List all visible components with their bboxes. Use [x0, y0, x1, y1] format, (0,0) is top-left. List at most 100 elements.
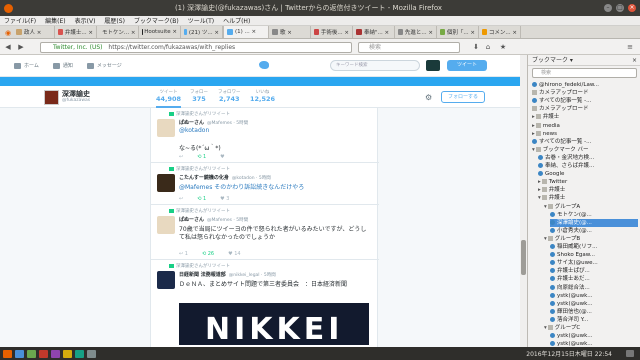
browser-tab[interactable]: Hootsuite ×	[139, 26, 181, 38]
follow-button[interactable]: フォローする	[441, 91, 485, 103]
like-icon[interactable]: ♥ 14	[228, 251, 240, 257]
menu-item[interactable]: 表示(V)	[75, 16, 96, 25]
taskbar-app-icon[interactable]	[51, 349, 60, 358]
browser-tab[interactable]: (21) ツ... ×	[181, 26, 223, 38]
bookmark-item[interactable]: グループB	[544, 235, 638, 243]
browser-tab[interactable]: 手術後... ×	[311, 26, 353, 38]
bookmark-item[interactable]: media	[532, 122, 638, 130]
menu-hamburger-icon[interactable]: ≡	[625, 42, 635, 52]
bookmark-item[interactable]: グループC	[544, 324, 638, 332]
twitter-nav-notifications[interactable]: 通知	[52, 62, 73, 69]
bookmark-item[interactable]: Google	[538, 170, 638, 178]
tweet[interactable]: 深澤諭史さんがリツイート 日経新聞 法務報道部 @nikkei_legal · 5時…	[151, 260, 379, 347]
tweet[interactable]: 深澤諭史さんがリツイート ぱぬーさん @Mafemes · 5時間 @kotadon な…	[151, 108, 379, 163]
taskbar-app-icon[interactable]	[3, 349, 12, 358]
tweet-avatar[interactable]	[157, 119, 175, 137]
profile-stat[interactable]: ツイート 44,908	[156, 89, 182, 108]
bookmark-item[interactable]: グループA	[544, 203, 638, 211]
bookmark-item[interactable]: 輝田信也(@...	[550, 308, 638, 316]
maximize-button[interactable]: □	[616, 4, 624, 12]
taskbar-app-icon[interactable]	[39, 349, 48, 358]
browser-tab[interactable]: (1) ... ×	[223, 26, 269, 38]
reply-icon[interactable]: ↩	[179, 196, 183, 202]
bookmark-item[interactable]: ystk(@uwk...	[550, 300, 638, 308]
tweet-avatar[interactable]	[157, 216, 175, 234]
back-icon[interactable]: ◀	[3, 42, 13, 52]
page-scrollbar[interactable]	[520, 55, 527, 347]
panel-clock[interactable]: 2016年12月15日木曜日 22:54	[526, 349, 612, 358]
taskbar-app-icon[interactable]	[27, 349, 36, 358]
tweet-author[interactable]: ぱぬーさん @Mafemes · 5時間	[179, 119, 248, 126]
tweet-avatar[interactable]	[157, 174, 175, 192]
twitter-nav-home[interactable]: ホーム	[14, 62, 39, 69]
tweet[interactable]: 深澤諭史さんがリツイート こたんすー鏡機の化身 @kotadon · 5時間 @Maf…	[151, 163, 379, 205]
retweet-action-icon[interactable]: ⟲ 26	[202, 251, 214, 257]
menu-item[interactable]: ブックマーク(B)	[134, 16, 179, 25]
bookmark-item[interactable]: カメラアップロード	[532, 105, 638, 113]
tweet-author[interactable]: ぱぬーさん @Mafemes · 5時間	[179, 216, 248, 223]
bookmark-item[interactable]: 稲田威範(リフ...	[550, 243, 638, 251]
twitter-bird-icon[interactable]	[259, 61, 269, 69]
browser-tab[interactable]: 政人 ×	[13, 26, 55, 38]
retweet-action-icon[interactable]: ⟲ 1	[197, 154, 206, 160]
tweet[interactable]: 深澤諭史さんがリツイート ぱぬーさん @Mafemes · 5時間 70歳で当局にツイ…	[151, 205, 379, 260]
browser-tab[interactable]: 弁護士... ×	[55, 26, 97, 38]
browser-tab[interactable]: コメン... ×	[479, 26, 521, 38]
menu-item[interactable]: 履歴(S)	[104, 16, 125, 25]
close-icon[interactable]: ×	[628, 4, 636, 12]
nikkei-image[interactable]: NIKKEI	[179, 303, 369, 345]
dropdown-arrow-icon[interactable]: ▾	[568, 57, 573, 64]
reply-icon[interactable]: ↩	[179, 154, 183, 160]
bookmark-item[interactable]: カメラアップロード	[532, 89, 638, 97]
profile-avatar[interactable]	[44, 90, 59, 105]
bookmark-star-icon[interactable]: ★	[498, 42, 508, 52]
retweet-action-icon[interactable]: ⟲ 1	[197, 196, 206, 202]
forward-icon[interactable]: ▶	[16, 42, 26, 52]
tweet-author[interactable]: こたんすー鏡機の化身 @kotadon · 5時間	[179, 174, 271, 181]
browser-tab[interactable]: 個別「... ×	[437, 26, 479, 38]
bookmark-item[interactable]: ystk(@uwk...	[550, 340, 638, 347]
bookmark-item[interactable]: @hirono_fedeki/Law...	[532, 81, 638, 89]
scrollbar-thumb[interactable]	[521, 240, 526, 275]
bookmark-item[interactable]: すべての記事一覧 -...	[532, 138, 638, 146]
bookmark-item[interactable]: 弁護士あだ...	[550, 275, 638, 283]
own-avatar[interactable]	[426, 60, 440, 71]
gear-icon[interactable]: ⚙	[425, 93, 432, 102]
bookmark-item[interactable]: 落合洋司 Y...	[550, 316, 638, 324]
bookmark-item[interactable]: 弁護士	[538, 186, 638, 194]
bookmark-item[interactable]: ystk(@uwk...	[550, 292, 638, 300]
twitter-search-input[interactable]: キーワード検索	[330, 60, 420, 71]
reply-icon[interactable]: ↩ 1	[179, 251, 188, 257]
bookmark-item[interactable]: サイ太(@uwe...	[550, 259, 638, 267]
like-icon[interactable]: ♥	[220, 154, 224, 160]
sidebar-search-input[interactable]: 検索	[532, 68, 637, 78]
browser-tab[interactable]: 歌 ×	[269, 26, 311, 38]
taskbar-app-icon[interactable]	[87, 349, 96, 358]
bookmark-item[interactable]: ブックマーク バー	[532, 146, 638, 154]
bookmark-item[interactable]: 向原総合法...	[550, 284, 638, 292]
menu-item[interactable]: ツール(T)	[188, 16, 214, 25]
firefox-menu-icon[interactable]: ◉	[3, 28, 13, 38]
browser-search-input[interactable]: 検索	[358, 42, 460, 53]
tweet-avatar[interactable]	[157, 271, 175, 289]
like-icon[interactable]: ♥ 3	[220, 196, 229, 202]
taskbar-app-icon[interactable]	[15, 349, 24, 358]
minimize-button[interactable]: –	[604, 4, 612, 12]
bookmark-item[interactable]: 弁護士	[538, 194, 638, 202]
bookmark-item[interactable]: 奉納、さらば弁護...	[538, 162, 638, 170]
bookmark-item[interactable]: 小倉秀夫(@...	[550, 227, 638, 235]
tweet-author[interactable]: 日経新聞 法務報道部 @nikkei_legal · 5時間	[179, 271, 276, 278]
taskbar-app-icon[interactable]	[75, 349, 84, 358]
home-icon[interactable]: ⌂	[483, 42, 493, 52]
bookmark-item[interactable]: すべての記事一覧 -...	[532, 97, 638, 105]
bookmark-item[interactable]: モトケン(@...	[550, 211, 638, 219]
profile-stat[interactable]: いいね 12,526	[250, 89, 275, 103]
power-icon[interactable]	[626, 350, 634, 357]
bookmark-item[interactable]: 弁護士	[532, 113, 638, 121]
twitter-nav-messages[interactable]: メッセージ	[86, 62, 122, 69]
bookmark-item[interactable]: ystk(@uwk...	[550, 332, 638, 340]
url-site-identity[interactable]: Twitter, Inc. (US)	[53, 44, 103, 51]
browser-tab[interactable]: モトケン... ×	[97, 26, 139, 38]
bookmark-item[interactable]: news	[532, 130, 638, 138]
bookmark-item[interactable]: Twitter	[538, 178, 638, 186]
